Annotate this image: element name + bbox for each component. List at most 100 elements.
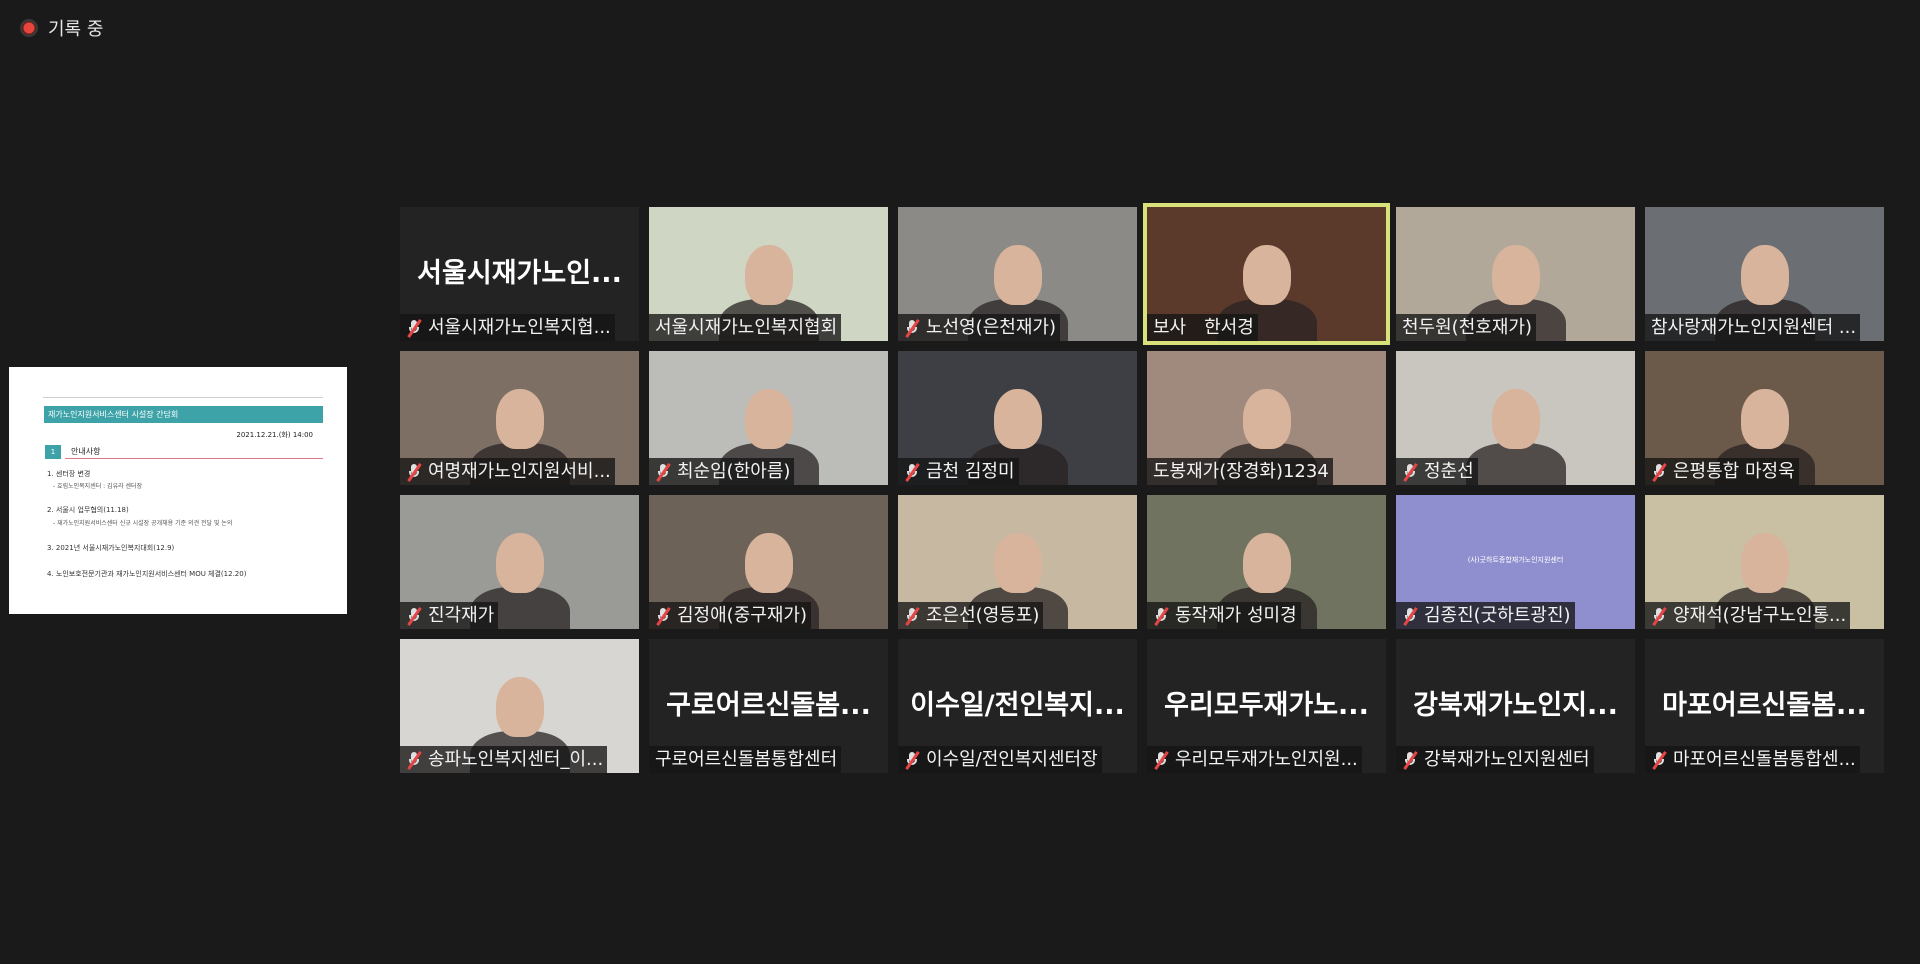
participant-tile[interactable]: 양재석(강남구노인통... xyxy=(1645,495,1884,629)
participant-name-label: 서울시재가노인복지협... xyxy=(400,314,615,341)
participant-face xyxy=(496,389,544,449)
participant-face xyxy=(1741,245,1789,305)
participant-face xyxy=(496,533,544,593)
participant-tile[interactable]: 동작재가 성미경 xyxy=(1147,495,1386,629)
doc-item: 3. 2021년 서울시재가노인복지대회(12.9) xyxy=(47,544,175,552)
recording-indicator[interactable]: 기록 중 xyxy=(20,14,103,42)
muted-mic-icon xyxy=(406,462,422,482)
participant-name: 김정애(중구재가) xyxy=(677,605,807,626)
muted-mic-icon xyxy=(904,750,920,770)
participant-name: 송파노인복지센터_이... xyxy=(428,749,604,770)
doc-divider xyxy=(43,397,323,398)
participant-tile[interactable]: 은평통합 마정욱 xyxy=(1645,351,1884,485)
participant-tile[interactable]: 여명재가노인지원서비... xyxy=(400,351,639,485)
participant-tile[interactable]: 서울시재가노인복지협회 xyxy=(649,207,888,341)
participant-name: 구로어르신돌봄통합센터 xyxy=(655,749,838,770)
doc-subitem: - 재가노인지원서비스센터 신규 시설장 공개채용 기준 의견 전달 및 논의 xyxy=(53,520,233,527)
participant-face xyxy=(1243,533,1291,593)
muted-mic-icon xyxy=(406,318,422,338)
participant-tile[interactable]: 구로어르신돌봄... 구로어르신돌봄통합센터 xyxy=(649,639,888,773)
muted-mic-icon xyxy=(1153,750,1169,770)
participant-tile[interactable]: 정춘선 xyxy=(1396,351,1635,485)
participant-name: 서울시재가노인복지협회 xyxy=(655,317,838,338)
doc-item: 1. 센터장 변경 xyxy=(47,470,91,478)
participant-name-label: 은평통합 마정욱 xyxy=(1645,458,1799,485)
participant-face xyxy=(1243,245,1291,305)
participant-name-label: 최순임(한아름) xyxy=(649,458,795,485)
doc-item: 2. 서울시 업무협의(11.18) xyxy=(47,506,129,514)
participant-tile[interactable]: 금천 김정미 xyxy=(898,351,1137,485)
participant-name-label: 이수일/전인복지센터장 xyxy=(898,746,1102,773)
participant-name-label: 구로어르신돌봄통합센터 xyxy=(649,746,842,773)
muted-mic-icon xyxy=(904,318,920,338)
participant-name-label: 강북재가노인지원센터 xyxy=(1396,746,1594,773)
participant-face xyxy=(1741,389,1789,449)
participant-name: 우리모두재가노인지원... xyxy=(1175,749,1358,770)
participant-tile[interactable]: 최순임(한아름) xyxy=(649,351,888,485)
participant-name-label: 천두원(천호재가) xyxy=(1396,314,1536,341)
participant-tile[interactable]: 우리모두재가노... 우리모두재가노인지원... xyxy=(1147,639,1386,773)
participant-name-label: 보사 한서경 xyxy=(1147,314,1258,341)
participant-face xyxy=(496,677,544,737)
participant-display-name: 구로어르신돌봄... xyxy=(666,690,871,721)
doc-item: 4. 노인보호전문기관과 재가노인지원서비스센터 MOU 체결(12.20) xyxy=(47,570,247,578)
muted-mic-icon xyxy=(1651,462,1667,482)
participant-display-name: 마포어르신돌봄... xyxy=(1662,690,1867,721)
doc-title: 재가노인지원서비스센터 시설장 간담회 xyxy=(44,406,323,423)
muted-mic-icon xyxy=(406,750,422,770)
participant-name-label: 동작재가 성미경 xyxy=(1147,602,1301,629)
participant-face xyxy=(1492,389,1540,449)
participant-name: 김종진(굿하트광진) xyxy=(1424,605,1571,626)
participant-name-label: 정춘선 xyxy=(1396,458,1478,485)
participant-name-label: 양재석(강남구노인통... xyxy=(1645,602,1851,629)
participant-name-label: 진각재가 xyxy=(400,602,499,629)
participant-tile[interactable]: (사)굿하트종합재가노인지원센터 김종진(굿하트광진) xyxy=(1396,495,1635,629)
participant-display-name: 강북재가노인지... xyxy=(1413,690,1618,721)
doc-section-title: 안내사항 xyxy=(65,445,323,459)
participant-silhouette xyxy=(1466,443,1566,485)
participant-face xyxy=(994,533,1042,593)
participant-tile[interactable]: 송파노인복지센터_이... xyxy=(400,639,639,773)
participant-tile[interactable]: 서울시재가노인... 서울시재가노인복지협... xyxy=(400,207,639,341)
participant-tile[interactable]: 조은선(영등포) xyxy=(898,495,1137,629)
muted-mic-icon xyxy=(655,606,671,626)
participant-tile[interactable]: 마포어르신돌봄... 마포어르신돌봄통합센... xyxy=(1645,639,1884,773)
participant-name-label: 마포어르신돌봄통합센... xyxy=(1645,746,1860,773)
participant-name: 최순임(한아름) xyxy=(677,461,791,482)
participant-name: 여명재가노인지원서비... xyxy=(428,461,611,482)
participant-display-name: 우리모두재가노... xyxy=(1164,690,1369,721)
participant-tile[interactable]: 보사 한서경 xyxy=(1143,203,1390,345)
participant-tile[interactable]: 참사랑재가노인지원센터 ... xyxy=(1645,207,1884,341)
participant-name: 금천 김정미 xyxy=(926,461,1015,482)
participant-tile[interactable]: 노선영(은천재가) xyxy=(898,207,1137,341)
muted-mic-icon xyxy=(1651,606,1667,626)
participant-tile[interactable]: 진각재가 xyxy=(400,495,639,629)
participant-name: 마포어르신돌봄통합센... xyxy=(1673,749,1856,770)
participant-face xyxy=(745,389,793,449)
participant-display-name: 서울시재가노인... xyxy=(417,258,622,289)
muted-mic-icon xyxy=(1402,606,1418,626)
participant-face xyxy=(745,245,793,305)
participant-tile[interactable]: 김정애(중구재가) xyxy=(649,495,888,629)
participant-name-label: 김정애(중구재가) xyxy=(649,602,811,629)
participant-name: 은평통합 마정욱 xyxy=(1673,461,1795,482)
participant-face xyxy=(1741,533,1789,593)
doc-subitem: - 효림노인복지센터 : 김유라 센터장 xyxy=(53,483,143,490)
participant-tile[interactable]: 천두원(천호재가) xyxy=(1396,207,1635,341)
participant-face xyxy=(994,245,1042,305)
participant-tile[interactable]: 도봉재가(장경화)1234 xyxy=(1147,351,1386,485)
shared-screen-thumbnail[interactable]: 재가노인지원서비스센터 시설장 간담회 2021.12.21.(화) 14:00… xyxy=(9,367,347,614)
participant-name-label: 참사랑재가노인지원센터 ... xyxy=(1645,314,1861,341)
participant-face xyxy=(745,533,793,593)
participant-face xyxy=(1492,245,1540,305)
participant-name: 조은선(영등포) xyxy=(926,605,1040,626)
participant-tile[interactable]: 강북재가노인지... 강북재가노인지원센터 xyxy=(1396,639,1635,773)
participant-display-name: 이수일/전인복지... xyxy=(910,690,1125,721)
participant-name: 이수일/전인복지센터장 xyxy=(926,749,1098,770)
doc-date: 2021.12.21.(화) 14:00 xyxy=(236,431,313,439)
record-icon xyxy=(20,19,38,37)
participant-name: 서울시재가노인복지협... xyxy=(428,317,611,338)
participant-name-label: 조은선(영등포) xyxy=(898,602,1044,629)
participant-name-label: 도봉재가(장경화)1234 xyxy=(1147,458,1333,485)
participant-tile[interactable]: 이수일/전인복지... 이수일/전인복지센터장 xyxy=(898,639,1137,773)
